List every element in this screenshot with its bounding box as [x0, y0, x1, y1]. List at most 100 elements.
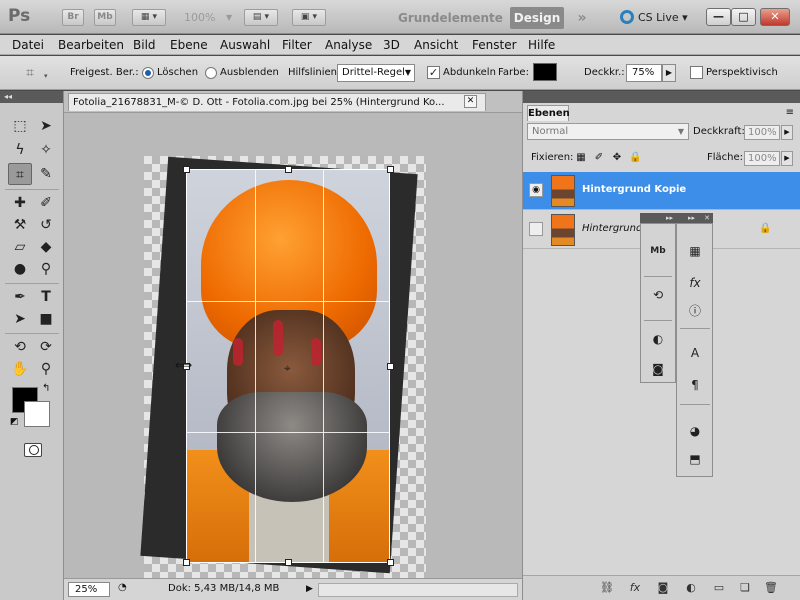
hand-tool-icon[interactable]: ✋	[8, 358, 32, 380]
panel-menu-icon[interactable]: ≡	[786, 107, 794, 118]
navigator-panel-icon[interactable]: ◐	[646, 328, 670, 350]
paragraph-panel-icon[interactable]: ¶	[683, 374, 707, 396]
workspace-design[interactable]: Design	[510, 7, 564, 29]
status-menu-arrow-icon[interactable]: ▶	[306, 584, 313, 594]
layer-opacity-arrow-icon[interactable]: ▶	[781, 125, 793, 140]
workspace-grundelemente[interactable]: Grundelemente	[398, 7, 503, 29]
close-panel-icon[interactable]: ✕	[704, 213, 710, 223]
menu-filter[interactable]: Filter	[282, 38, 312, 52]
lock-all-icon[interactable]: 🔒	[629, 152, 641, 164]
swap-colors-icon[interactable]: ↰	[42, 383, 50, 394]
opacity-slider-arrow-icon[interactable]: ▶	[662, 64, 676, 82]
menu-bearbeiten[interactable]: Bearbeiten	[58, 38, 124, 52]
eye-icon[interactable]: ◉	[529, 183, 543, 197]
clone-stamp-tool-icon[interactable]: ⚒	[8, 214, 32, 236]
transform-panel-icon[interactable]: ⬒	[683, 448, 707, 470]
lock-transparent-pixels-icon[interactable]: ▦	[575, 152, 587, 164]
layer-opacity-input[interactable]: 100%	[744, 125, 780, 140]
tab-ebenen[interactable]: Ebenen	[527, 105, 570, 121]
default-colors-icon[interactable]: ◩	[10, 417, 19, 427]
adjustment-layer-icon[interactable]: ◐	[683, 581, 699, 595]
menu-3d[interactable]: 3D	[383, 38, 400, 52]
3d-rotate-tool-icon[interactable]: ⟲	[8, 336, 32, 358]
fill-input[interactable]: 100%	[744, 151, 780, 166]
dodge-tool-icon[interactable]: ⚲	[34, 258, 58, 280]
link-layers-icon[interactable]: ⛓	[599, 581, 615, 595]
zoom-tool-icon[interactable]: ⚲	[34, 358, 58, 380]
history-panel-icon[interactable]: ⟲	[646, 284, 670, 306]
paint-bucket-tool-icon[interactable]: ◆	[34, 236, 58, 258]
canvas-area[interactable]: ⌖ ⟺	[64, 112, 522, 580]
floating-panel-header[interactable]: ▸▸ ▸▸ ✕	[640, 213, 713, 223]
expand-panels-icon[interactable]: ▸▸	[666, 213, 673, 223]
minibridge-button[interactable]: Mb	[94, 9, 116, 26]
cs-live-button[interactable]: CS Live ▾	[620, 9, 688, 27]
minimize-button[interactable]: —	[706, 8, 731, 26]
history-brush-tool-icon[interactable]: ↺	[34, 214, 58, 236]
info-panel-icon[interactable]: ⓘ	[683, 300, 707, 322]
lasso-tool-icon[interactable]: ϟ	[8, 139, 32, 161]
fill-arrow-icon[interactable]: ▶	[781, 151, 793, 166]
type-tool-icon[interactable]: T	[34, 286, 58, 308]
screen-mode-button[interactable]: ▣ ▾	[292, 9, 326, 26]
darken-checkbox[interactable]: ✓	[427, 66, 440, 79]
maximize-button[interactable]: □	[731, 8, 756, 26]
marquee-tool-icon[interactable]: ⬚	[8, 115, 32, 137]
new-layer-icon[interactable]: ❏	[737, 581, 753, 595]
path-selection-tool-icon[interactable]: ➤	[8, 308, 32, 330]
eraser-tool-icon[interactable]: ▱	[8, 236, 32, 258]
close-document-icon[interactable]: ✕	[464, 95, 477, 108]
lock-image-pixels-icon[interactable]: ✐	[593, 152, 605, 164]
fx-icon[interactable]: fx	[627, 581, 643, 595]
visibility-toggle-empty[interactable]	[529, 222, 543, 236]
crop-handle-bottom-left[interactable]	[183, 559, 190, 566]
crop-handle-bottom[interactable]	[285, 559, 292, 566]
swatches-panel-icon[interactable]: ▦	[683, 240, 707, 262]
zoom-dropdown-icon[interactable]: ▼	[226, 13, 232, 22]
guides-select[interactable]: Drittel-Regel ▼	[337, 64, 415, 82]
3d-panel-icon[interactable]: ◕	[683, 420, 707, 442]
expand-panels-icon[interactable]: ▸▸	[688, 213, 695, 223]
masks-panel-icon[interactable]: ◙	[646, 358, 670, 380]
more-workspaces-icon[interactable]: »	[570, 7, 594, 29]
document-tab[interactable]: Fotolia_21678831_M-© D. Ott - Fotolia.co…	[68, 93, 486, 111]
menu-datei[interactable]: Datei	[12, 38, 44, 52]
blur-tool-icon[interactable]: ●	[8, 258, 32, 280]
zoom-input[interactable]: 25%	[68, 582, 110, 597]
crop-center-point-icon[interactable]: ⌖	[284, 361, 291, 376]
extras-dropdown[interactable]: ▦ ▾	[132, 9, 166, 26]
shield-color-swatch[interactable]	[533, 63, 557, 81]
pen-tool-icon[interactable]: ✒	[8, 286, 32, 308]
arrange-documents-button[interactable]: ▤ ▾	[244, 9, 278, 26]
opacity-input[interactable]: 75%	[626, 64, 662, 82]
crop-handle-top-right[interactable]	[387, 166, 394, 173]
crop-tool-preset-icon[interactable]: ⌗	[18, 62, 42, 84]
bridge-button[interactable]: Br	[62, 9, 84, 26]
menu-ebene[interactable]: Ebene	[170, 38, 208, 52]
trash-icon[interactable]: 🗑	[763, 581, 779, 595]
crop-handle-right[interactable]	[387, 363, 394, 370]
3d-orbit-tool-icon[interactable]: ⟳	[34, 336, 58, 358]
blend-mode-select[interactable]: Normal ▼	[527, 123, 689, 140]
crop-handle-bottom-right[interactable]	[387, 559, 394, 566]
perspective-checkbox[interactable]	[690, 66, 703, 79]
shape-tool-icon[interactable]: ■	[34, 308, 58, 330]
layer-row[interactable]: ◉ Hintergrund Kopie	[523, 172, 800, 210]
menu-bild[interactable]: Bild	[133, 38, 156, 52]
crop-tool-icon[interactable]: ⌗	[8, 163, 32, 185]
healing-brush-tool-icon[interactable]: ✚	[8, 192, 32, 214]
eyedropper-tool-icon[interactable]: ✎	[34, 163, 58, 185]
new-group-icon[interactable]: ▭	[711, 581, 727, 595]
menu-fenster[interactable]: Fenster	[472, 38, 517, 52]
crop-handle-top-left[interactable]	[183, 166, 190, 173]
magic-wand-tool-icon[interactable]: ✧	[34, 139, 58, 161]
menu-analyse[interactable]: Analyse	[325, 38, 372, 52]
horizontal-scrollbar[interactable]	[318, 583, 518, 597]
tools-panel-header[interactable]: ◂◂	[0, 91, 63, 103]
doc-status-icon[interactable]: ◔	[118, 582, 127, 593]
styles-panel-icon[interactable]: fx	[683, 272, 707, 294]
tool-preset-dropdown-icon[interactable]: ▾	[44, 72, 48, 80]
lock-position-icon[interactable]: ✥	[611, 152, 623, 164]
move-tool-icon[interactable]: ➤	[34, 115, 58, 137]
character-panel-icon[interactable]: A	[683, 342, 707, 364]
